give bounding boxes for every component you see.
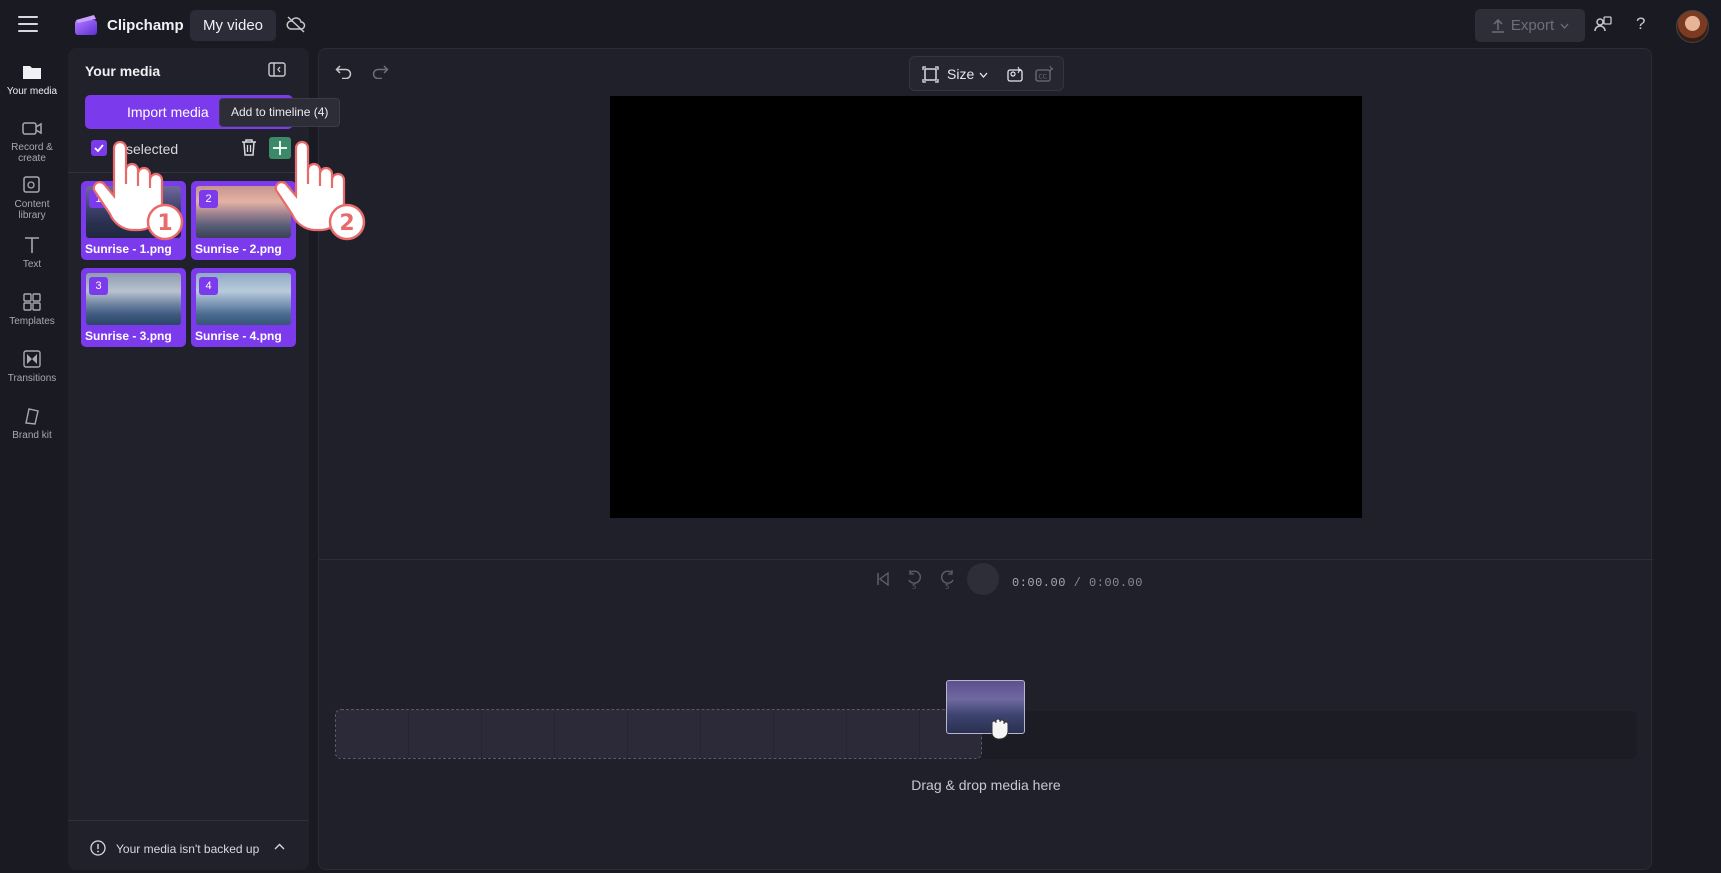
preview-toolbar: Size CC: [909, 56, 1064, 91]
export-button[interactable]: Export: [1475, 9, 1585, 42]
nav-item-your-media[interactable]: Your media: [0, 54, 64, 107]
ghost-frames: [336, 710, 981, 758]
nav-item-text[interactable]: Text: [0, 234, 64, 270]
drop-label: Drag & drop media here: [911, 777, 1061, 793]
templates-icon: [23, 293, 41, 311]
step-number: 2: [339, 211, 354, 236]
media-tile-3[interactable]: 3 Sunrise - 3.png: [81, 268, 186, 347]
nav-item-record-create[interactable]: Record & create: [0, 117, 64, 164]
timeline-drop-zone[interactable]: [335, 709, 982, 759]
captions-icon[interactable]: CC: [1035, 66, 1053, 83]
media-name: Sunrise - 4.png: [195, 329, 282, 343]
time-total: 0:00.00: [1089, 576, 1143, 590]
top-bar: Clipchamp My video Export ?: [0, 0, 1721, 48]
nav-item-transitions[interactable]: Transitions: [0, 348, 64, 384]
forward-5-icon[interactable]: 5: [938, 569, 956, 591]
add-to-timeline-tooltip: Add to timeline (4): [219, 98, 341, 127]
media-tile-4[interactable]: 4 Sunrise - 4.png: [191, 268, 296, 347]
skip-to-start-icon[interactable]: [875, 571, 891, 587]
menu-icon[interactable]: [18, 16, 38, 32]
upload-icon: [1491, 18, 1504, 33]
help-icon[interactable]: ?: [1636, 14, 1645, 34]
svg-text:5: 5: [912, 583, 916, 591]
undo-icon[interactable]: [335, 63, 353, 79]
info-icon: [90, 840, 106, 856]
nav-label: Transitions: [7, 373, 57, 384]
divider: [319, 559, 1653, 560]
chevron-down-icon: [979, 72, 988, 78]
editor-area: Size CC 5 5 0:00.00 / 0:00.00 Drag & dro…: [318, 48, 1653, 870]
nav-label: Text: [22, 259, 42, 270]
selection-number: 3: [89, 277, 108, 295]
chevron-down-icon: [1560, 23, 1569, 29]
nav-label: Brand kit: [12, 430, 52, 441]
export-label: Export: [1510, 17, 1555, 34]
app-name: Clipchamp: [107, 17, 184, 34]
selection-number: 4: [199, 277, 218, 295]
video-title[interactable]: My video: [190, 10, 277, 41]
clipchamp-app: Clipchamp My video Export ? Your media R…: [0, 0, 1721, 873]
time-readout: 0:00.00 / 0:00.00: [1012, 576, 1143, 590]
share-icon[interactable]: [1593, 15, 1613, 35]
nav-label: Record & create: [11, 142, 53, 164]
avatar[interactable]: [1676, 10, 1709, 43]
nav-label: Your media: [6, 86, 58, 97]
hand-pointer-icon: 1: [92, 140, 184, 241]
size-button[interactable]: Size: [947, 66, 974, 82]
rewind-5-icon[interactable]: 5: [906, 569, 924, 591]
media-name: Sunrise - 2.png: [195, 242, 282, 256]
nav-item-brand-kit[interactable]: Brand kit: [0, 405, 64, 441]
clipchamp-logo-icon: [75, 15, 97, 35]
collapse-panel-icon[interactable]: [268, 62, 286, 78]
left-nav: Your media Record & create Content libra…: [0, 48, 64, 873]
nav-label: Content library: [14, 199, 50, 221]
play-button[interactable]: [967, 563, 999, 595]
nav-item-templates[interactable]: Templates: [0, 291, 64, 327]
step-number: 1: [157, 211, 172, 236]
trash-icon[interactable]: [240, 138, 258, 157]
library-icon: [23, 176, 40, 193]
nav-item-content-library[interactable]: Content library: [0, 174, 64, 221]
redo-icon[interactable]: [371, 63, 389, 79]
backup-text: Your media isn't backed up: [116, 842, 260, 856]
text-icon: [25, 237, 39, 253]
brand-kit-icon: [25, 408, 39, 425]
panel-title: Your media: [85, 63, 161, 79]
background-remover-icon[interactable]: [1006, 66, 1024, 83]
backup-status-bar[interactable]: Your media isn't backed up: [68, 820, 309, 870]
svg-text:5: 5: [945, 583, 949, 591]
hand-pointer-icon: 2: [274, 140, 366, 241]
transitions-icon: [23, 350, 41, 368]
nav-label: Templates: [9, 316, 55, 327]
media-name: Sunrise - 3.png: [85, 329, 172, 343]
resize-icon: [922, 66, 939, 83]
time-current: 0:00.00: [1012, 576, 1066, 590]
svg-text:CC: CC: [1039, 74, 1047, 81]
folder-icon: [23, 66, 41, 79]
video-preview[interactable]: [610, 96, 1362, 518]
media-name: Sunrise - 1.png: [85, 242, 172, 256]
camera-icon: [22, 122, 42, 135]
time-separator: /: [1065, 576, 1090, 590]
cloud-off-icon[interactable]: [286, 15, 306, 33]
selection-number: 2: [199, 190, 218, 208]
grab-cursor-icon: [991, 718, 1009, 740]
chevron-up-icon: [274, 843, 285, 850]
